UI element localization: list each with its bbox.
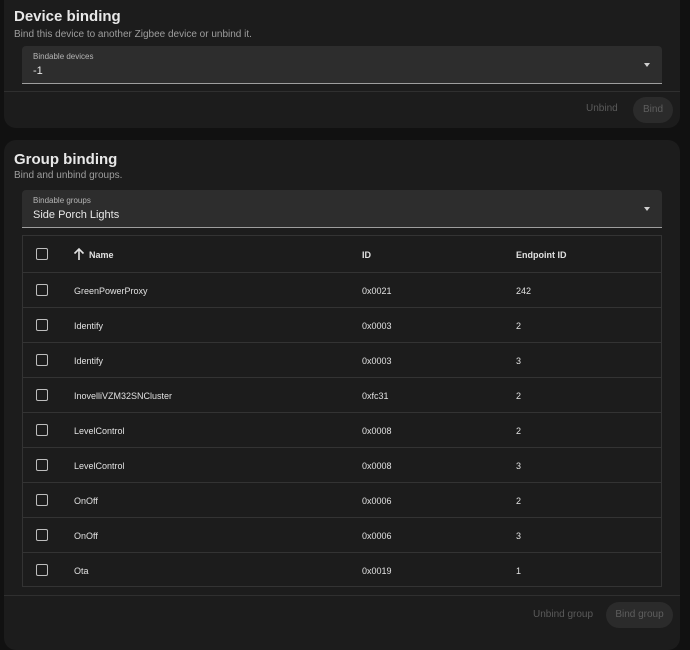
table-row[interactable]: GreenPowerProxy 0x0021 242 [23, 273, 661, 308]
device-binding-title: Device binding [14, 8, 121, 25]
group-binding-divider [4, 595, 680, 596]
table-row[interactable]: Ota 0x0019 1 [23, 553, 661, 586]
cell-endpoint: 2 [516, 321, 522, 331]
cell-endpoint: 2 [516, 391, 522, 401]
unbind-button[interactable]: Unbind [586, 103, 618, 114]
cell-endpoint: 1 [516, 566, 522, 576]
row-checkbox[interactable] [36, 529, 48, 541]
row-checkbox[interactable] [36, 389, 48, 401]
table-header: Name ID Endpoint ID [23, 236, 661, 273]
cell-name: Identify [74, 321, 104, 331]
table-row[interactable]: Identify 0x0003 2 [23, 308, 661, 343]
table-row[interactable]: Identify 0x0003 3 [23, 343, 661, 378]
bindable-devices-select[interactable]: Bindable devices -1 [22, 46, 662, 84]
row-checkbox[interactable] [36, 459, 48, 471]
table-row[interactable]: LevelControl 0x0008 3 [23, 448, 661, 483]
cell-endpoint: 2 [516, 426, 522, 436]
cell-endpoint: 2 [516, 496, 522, 506]
bind-group-button[interactable]: Bind group [606, 602, 673, 628]
cell-name: InovelliVZM32SNCluster [74, 391, 173, 401]
unbind-group-button[interactable]: Unbind group [533, 609, 593, 620]
row-checkbox[interactable] [36, 354, 48, 366]
cell-id: 0x0003 [362, 356, 392, 366]
cell-name: Ota [74, 566, 89, 576]
cell-id: 0x0006 [362, 496, 392, 506]
cell-id: 0x0021 [362, 286, 392, 296]
row-checkbox[interactable] [36, 284, 48, 296]
device-binding-card: Device binding Bind this device to anoth… [4, 0, 680, 128]
bind-button[interactable]: Bind [633, 97, 673, 123]
cell-name: GreenPowerProxy [74, 286, 148, 296]
cell-id: 0xfc31 [362, 391, 389, 401]
cell-id: 0x0008 [362, 461, 392, 471]
cell-endpoint: 3 [516, 461, 522, 471]
device-binding-description: Bind this device to another Zigbee devic… [14, 29, 252, 40]
cell-name: Identify [74, 356, 104, 366]
table-row[interactable]: InovelliVZM32SNCluster 0xfc31 2 [23, 378, 661, 413]
cell-name: LevelControl [74, 461, 125, 471]
group-binding-title: Group binding [14, 151, 118, 168]
cell-endpoint: 242 [516, 286, 532, 296]
row-checkbox[interactable] [36, 494, 48, 506]
table-row[interactable]: OnOff 0x0006 2 [23, 483, 661, 518]
table-row[interactable]: LevelControl 0x0008 2 [23, 413, 661, 448]
column-header-endpoint[interactable]: Endpoint ID [516, 250, 567, 260]
group-binding-card: Group binding Bind and unbind groups. Bi… [4, 140, 680, 650]
cell-id: 0x0019 [362, 566, 392, 576]
bindable-groups-value: Side Porch Lights [33, 209, 120, 221]
dropdown-arrow-icon [644, 207, 650, 211]
cell-id: 0x0008 [362, 426, 392, 436]
row-checkbox[interactable] [36, 424, 48, 436]
cell-endpoint: 3 [516, 356, 522, 366]
bindable-devices-value: -1 [33, 65, 43, 77]
row-checkbox[interactable] [36, 319, 48, 331]
cell-name: OnOff [74, 531, 98, 541]
table-row[interactable]: OnOff 0x0006 3 [23, 518, 661, 553]
row-checkbox[interactable] [36, 564, 48, 576]
device-binding-divider [4, 91, 680, 92]
bindable-groups-select[interactable]: Bindable groups Side Porch Lights [22, 190, 662, 228]
cell-name: LevelControl [74, 426, 125, 436]
dropdown-arrow-icon [644, 63, 650, 67]
column-header-id[interactable]: ID [362, 250, 371, 260]
cell-name: OnOff [74, 496, 98, 506]
group-binding-description: Bind and unbind groups. [14, 170, 123, 181]
cell-id: 0x0003 [362, 321, 392, 331]
cell-endpoint: 3 [516, 531, 522, 541]
arrow-up-icon[interactable] [73, 247, 85, 261]
bindable-devices-label: Bindable devices [33, 52, 94, 61]
clusters-table: Name ID Endpoint ID GreenPowerProxy 0x00… [22, 235, 662, 587]
column-header-name[interactable]: Name [89, 250, 114, 260]
cell-id: 0x0006 [362, 531, 392, 541]
bindable-groups-label: Bindable groups [33, 196, 91, 205]
select-all-checkbox[interactable] [36, 248, 48, 260]
